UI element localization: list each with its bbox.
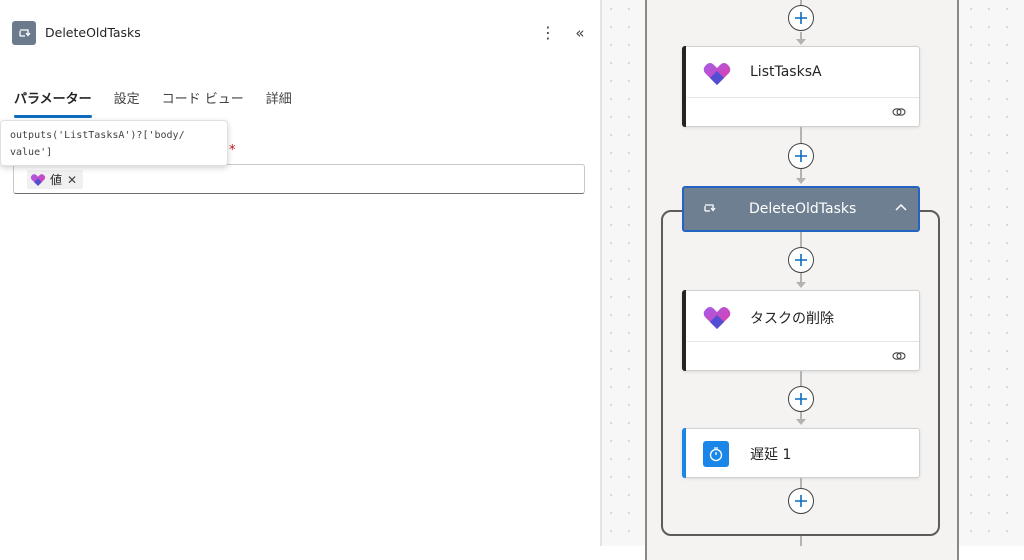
arrow-icon xyxy=(796,419,806,425)
action-card-delay[interactable]: 遅延 1 xyxy=(682,428,920,478)
panel-title: DeleteOldTasks xyxy=(45,25,141,40)
arrow-icon xyxy=(796,178,806,184)
insert-step-button[interactable] xyxy=(788,5,814,31)
connector xyxy=(800,536,802,546)
more-options-button[interactable]: ⋮ xyxy=(540,22,556,44)
card-label: 遅延 1 xyxy=(750,447,792,463)
card-accent xyxy=(682,290,686,371)
plus-icon xyxy=(795,495,807,507)
card-accent xyxy=(682,46,686,127)
planner-icon xyxy=(30,173,46,186)
panel-tabs: パラメーター 設定 コード ビュー 詳細 xyxy=(14,88,314,118)
action-card-list-tasks-a[interactable]: ListTasksA xyxy=(682,46,920,127)
card-label: タスクの削除 xyxy=(750,311,834,327)
card-footer xyxy=(687,341,919,371)
insert-step-button[interactable] xyxy=(788,247,814,273)
plus-icon xyxy=(795,150,807,162)
plus-icon xyxy=(795,393,807,405)
expression-tooltip: outputs('ListTasksA')?['body/ value'] xyxy=(0,120,228,166)
insert-step-button[interactable] xyxy=(788,386,814,412)
arrow-icon xyxy=(796,39,806,45)
scope-label: DeleteOldTasks xyxy=(749,201,857,217)
connector xyxy=(800,478,802,488)
plus-icon xyxy=(795,254,807,266)
connector xyxy=(800,127,802,143)
card-footer xyxy=(687,97,919,127)
plus-icon xyxy=(795,12,807,24)
tab-code-view[interactable]: コード ビュー xyxy=(162,88,244,118)
token-label: 値 xyxy=(50,173,63,187)
items-input-field[interactable]: 値 ✕ xyxy=(13,164,585,194)
scope-header-delete-old-tasks[interactable]: DeleteOldTasks xyxy=(682,186,920,232)
arrow-icon xyxy=(796,282,806,288)
tab-details[interactable]: 詳細 xyxy=(266,88,292,118)
insert-step-button[interactable] xyxy=(788,143,814,169)
collapse-panel-button[interactable]: « xyxy=(570,22,590,44)
card-label: ListTasksA xyxy=(750,64,822,80)
required-indicator: * xyxy=(229,143,236,158)
loop-icon xyxy=(704,204,716,212)
properties-panel: DeleteOldTasks ⋮ « パラメーター 設定 コード ビュー 詳細 … xyxy=(0,0,600,546)
insert-step-button[interactable] xyxy=(788,488,814,514)
chevron-up-icon[interactable] xyxy=(894,200,908,214)
planner-icon xyxy=(703,63,731,85)
loop-icon xyxy=(12,21,36,45)
planner-icon xyxy=(703,307,731,329)
card-accent xyxy=(682,428,686,478)
timer-icon xyxy=(703,441,729,467)
tab-settings[interactable]: 設定 xyxy=(114,88,140,118)
remove-token-icon[interactable]: ✕ xyxy=(67,173,77,187)
tab-parameters[interactable]: パラメーター xyxy=(14,88,92,118)
link-icon[interactable] xyxy=(892,350,906,362)
connector xyxy=(800,232,802,247)
panel-header: DeleteOldTasks ⋮ « xyxy=(12,20,590,46)
link-icon[interactable] xyxy=(892,106,906,118)
value-token[interactable]: 値 ✕ xyxy=(27,170,84,189)
action-card-delete-task[interactable]: タスクの削除 xyxy=(682,290,920,371)
connector xyxy=(800,371,802,386)
